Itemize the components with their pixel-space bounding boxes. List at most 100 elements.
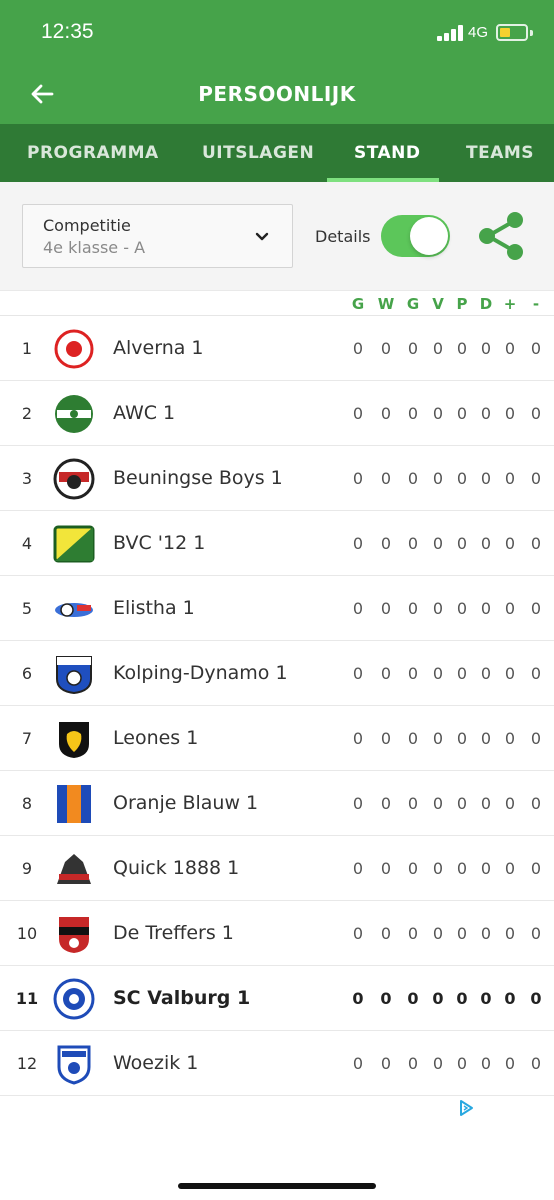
stat-played: 0	[352, 859, 364, 878]
page-title: PERSOONLIJK	[198, 82, 356, 106]
team-name: SC Valburg 1	[113, 987, 251, 1009]
stat-goals-for: 0	[504, 404, 516, 423]
stat-won: 0	[380, 404, 392, 423]
table-row[interactable]: 8 Oranje Blauw 100000000	[0, 771, 554, 836]
stat-lost: 0	[432, 404, 444, 423]
stat-points: 0	[456, 924, 468, 943]
table-row[interactable]: 3 Beuningse Boys 100000000	[0, 446, 554, 511]
share-button[interactable]	[475, 210, 527, 262]
stat-played: 0	[352, 534, 364, 553]
team-name: AWC 1	[113, 402, 176, 424]
stat-played: 0	[352, 729, 364, 748]
stat-penalty: 0	[480, 924, 492, 943]
stat-played: 0	[352, 1054, 364, 1073]
filter-row: Competitie 4e klasse - A Details	[0, 182, 554, 290]
select-value: 4e klasse - A	[43, 238, 146, 257]
tab-stand[interactable]: STAND	[354, 124, 421, 182]
stat-goals-for: 0	[504, 599, 516, 618]
adchoices-icon[interactable]	[457, 1099, 475, 1117]
stat-goals-against: 0	[530, 599, 542, 618]
competition-select[interactable]: Competitie 4e klasse - A	[22, 204, 293, 268]
team-name: Woezik 1	[113, 1052, 199, 1074]
stat-draw: 0	[407, 339, 419, 358]
table-row[interactable]: 9 Quick 1888 100000000	[0, 836, 554, 901]
stat-penalty: 0	[480, 794, 492, 813]
stat-won: 0	[380, 729, 392, 748]
row-rank: 10	[16, 924, 38, 943]
row-rank: 3	[21, 469, 33, 488]
stat-draw: 0	[407, 729, 419, 748]
table-row[interactable]: 10 De Treffers 100000000	[0, 901, 554, 966]
team-logo	[53, 588, 95, 630]
stat-points: 0	[456, 339, 468, 358]
stat-goals-against: 0	[530, 729, 542, 748]
details-toggle[interactable]	[381, 215, 450, 257]
team-name: BVC '12 1	[113, 532, 206, 554]
stat-draw: 0	[407, 989, 419, 1008]
stat-goals-against: 0	[530, 534, 542, 553]
stat-penalty: 0	[480, 1054, 492, 1073]
stat-points: 0	[456, 794, 468, 813]
stat-goals-against: 0	[530, 989, 542, 1008]
tab-teams[interactable]: TEAMS	[466, 124, 534, 182]
stat-goals-for: 0	[504, 989, 516, 1008]
stat-draw: 0	[407, 469, 419, 488]
stat-draw: 0	[407, 924, 419, 943]
signal-icon	[437, 25, 463, 41]
table-row[interactable]: 7 Leones 100000000	[0, 706, 554, 771]
stat-goals-for: 0	[504, 729, 516, 748]
stat-goals-for: 0	[504, 1054, 516, 1073]
row-rank: 5	[21, 599, 33, 618]
team-name: Beuningse Boys 1	[113, 467, 283, 489]
stat-won: 0	[380, 1054, 392, 1073]
stat-points: 0	[456, 534, 468, 553]
team-logo	[53, 458, 95, 500]
stat-lost: 0	[432, 664, 444, 683]
stat-draw: 0	[407, 599, 419, 618]
tab-uitslagen[interactable]: UITSLAGEN	[202, 124, 314, 182]
select-label: Competitie	[43, 216, 131, 235]
stat-lost: 0	[432, 794, 444, 813]
stat-points: 0	[456, 599, 468, 618]
stat-draw: 0	[407, 859, 419, 878]
stat-penalty: 0	[480, 664, 492, 683]
table-row[interactable]: 6 Kolping-Dynamo 100000000	[0, 641, 554, 706]
col-head-draw: G	[406, 295, 420, 313]
stat-won: 0	[380, 924, 392, 943]
team-logo	[53, 1043, 95, 1085]
table-row[interactable]: 11 SC Valburg 100000000	[0, 966, 554, 1031]
stat-goals-against: 0	[530, 404, 542, 423]
network-label: 4G	[468, 24, 489, 41]
stat-goals-for: 0	[504, 534, 516, 553]
table-row[interactable]: 1 Alverna 100000000	[0, 316, 554, 381]
tab-programma[interactable]: PROGRAMMA	[27, 124, 159, 182]
stat-points: 0	[456, 404, 468, 423]
table-row[interactable]: 5 Elistha 100000000	[0, 576, 554, 641]
stat-won: 0	[380, 989, 392, 1008]
col-head-played: G	[351, 295, 365, 313]
table-row[interactable]: 12 Woezik 100000000	[0, 1031, 554, 1096]
stat-penalty: 0	[480, 989, 492, 1008]
battery-icon	[496, 24, 528, 41]
col-head-goals-for: +	[503, 295, 517, 313]
stat-goals-against: 0	[530, 859, 542, 878]
status-time: 12:35	[41, 20, 94, 43]
home-indicator	[178, 1183, 376, 1189]
details-label: Details	[315, 227, 371, 246]
team-name: Kolping-Dynamo 1	[113, 662, 288, 684]
table-row[interactable]: 4 BVC '12 100000000	[0, 511, 554, 576]
stat-lost: 0	[432, 339, 444, 358]
standings-header: G W G V P D + -	[0, 290, 554, 316]
stat-goals-against: 0	[530, 469, 542, 488]
team-logo	[53, 783, 95, 825]
stat-penalty: 0	[480, 599, 492, 618]
team-logo	[53, 848, 95, 890]
stat-lost: 0	[432, 989, 444, 1008]
team-logo	[53, 913, 95, 955]
row-rank: 6	[21, 664, 33, 683]
stat-played: 0	[352, 664, 364, 683]
table-row[interactable]: 2 AWC 100000000	[0, 381, 554, 446]
row-rank: 1	[21, 339, 33, 358]
row-rank: 9	[21, 859, 33, 878]
stat-goals-against: 0	[530, 339, 542, 358]
